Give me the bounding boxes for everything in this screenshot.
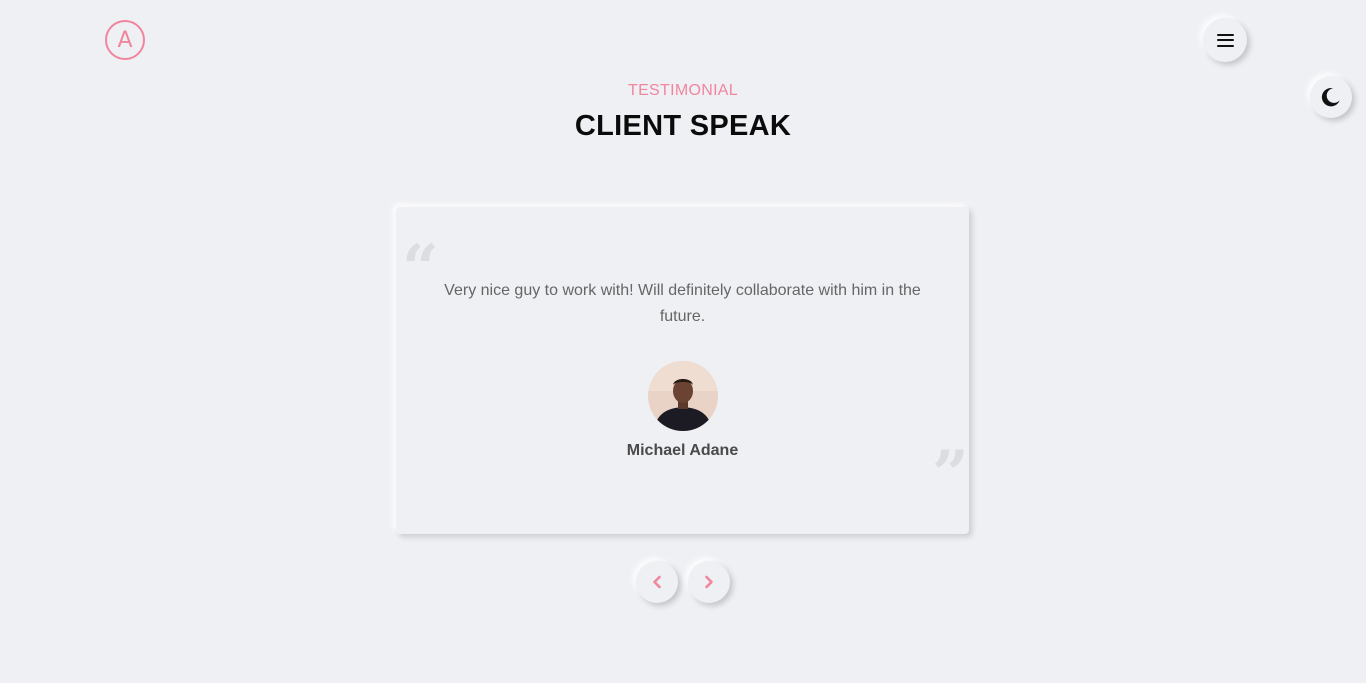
previous-button[interactable] — [636, 561, 678, 603]
menu-button[interactable] — [1203, 18, 1247, 62]
chevron-left-icon — [653, 575, 661, 589]
chevron-right-icon — [705, 575, 713, 589]
client-name: Michael Adane — [626, 442, 739, 459]
testimonial-card: “ Very nice guy to work with! Will defin… — [396, 207, 969, 534]
section-title: CLIENT SPEAK — [574, 110, 792, 142]
avatar — [648, 361, 718, 431]
logo[interactable]: A — [105, 20, 145, 60]
logo-letter: A — [117, 27, 133, 53]
testimonial-text: Very nice guy to work with! Will definit… — [444, 282, 921, 325]
close-quote-icon: ” — [932, 437, 969, 512]
next-button[interactable] — [688, 561, 730, 603]
page: A TESTIMONIAL CLIENT SPEAK “ Very nice g… — [0, 0, 1366, 683]
hamburger-icon — [1216, 33, 1234, 47]
section-subtitle: TESTIMONIAL — [628, 82, 738, 99]
